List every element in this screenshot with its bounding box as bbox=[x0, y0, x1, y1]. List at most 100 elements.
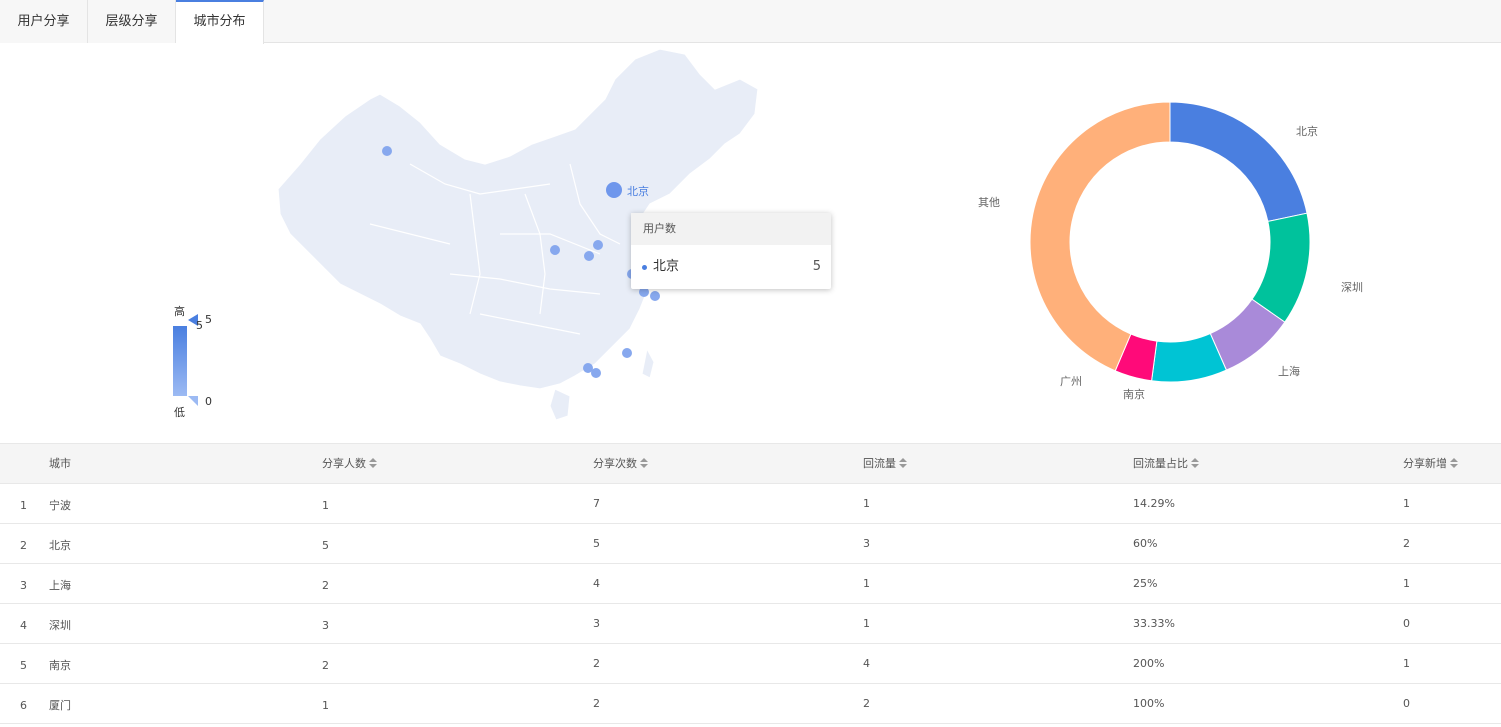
sort-icon[interactable] bbox=[640, 458, 648, 468]
tab-user-share[interactable]: 用户分享 bbox=[0, 0, 88, 43]
legend-handle-bottom-icon[interactable] bbox=[188, 396, 198, 406]
city-dot-xiamen[interactable] bbox=[622, 348, 632, 358]
table-cell: 4 bbox=[863, 657, 870, 670]
row-index: 3 bbox=[20, 579, 27, 592]
table-cell: 33.33% bbox=[1133, 617, 1175, 630]
tab-bar: 用户分享 层级分享 城市分布 bbox=[0, 0, 1501, 44]
table-cell: 4 bbox=[593, 577, 600, 590]
city-dot-urumqi[interactable] bbox=[382, 146, 392, 156]
col-header-backflow[interactable]: 回流量 bbox=[863, 444, 907, 484]
donut-slice[interactable] bbox=[1029, 101, 1171, 372]
table-cell: 200% bbox=[1133, 657, 1165, 670]
city-table: 城市 分享人数 分享次数 回流量 回流量占比 分享新增 1 宁波 1 7 1 14.29%… bbox=[0, 443, 1501, 724]
legend-high-label: 高 bbox=[174, 305, 185, 318]
table-cell: 1 bbox=[322, 499, 329, 512]
table-cell: 7 bbox=[593, 497, 600, 510]
table-cell: 1 bbox=[863, 577, 870, 590]
table-cell: 5 bbox=[322, 539, 329, 552]
tab-level-share[interactable]: 层级分享 bbox=[88, 0, 176, 43]
donut-slice-label: 广州 bbox=[1060, 375, 1082, 388]
table-cell: 14.29% bbox=[1133, 497, 1175, 510]
tab-city-distribution[interactable]: 城市分布 bbox=[176, 0, 264, 44]
table-cell: 60% bbox=[1133, 537, 1158, 550]
table-row: 2 北京 5 5 3 60% 2 bbox=[0, 524, 1501, 564]
table-cell: 2 bbox=[322, 659, 329, 672]
col-header-label: 分享人数 bbox=[322, 457, 366, 470]
table-row: 6 厦门 1 2 2 100% 0 bbox=[0, 684, 1501, 724]
table-cell: 南京 bbox=[49, 659, 71, 672]
table-cell: 2 bbox=[863, 697, 870, 710]
col-header-label: 回流量 bbox=[863, 457, 896, 470]
table-cell: 上海 bbox=[49, 579, 71, 592]
city-dot-beijing[interactable] bbox=[606, 182, 622, 198]
tooltip-title: 用户数 bbox=[631, 213, 831, 245]
table-header: 城市 分享人数 分享次数 回流量 回流量占比 分享新增 bbox=[0, 443, 1501, 484]
table-cell: 厦门 bbox=[49, 699, 71, 712]
table-cell: 宁波 bbox=[49, 499, 71, 512]
col-header-new-from-share[interactable]: 分享新增 bbox=[1403, 444, 1458, 484]
table-cell: 1 bbox=[1403, 657, 1410, 670]
table-cell: 2 bbox=[593, 657, 600, 670]
col-header-label: 回流量占比 bbox=[1133, 457, 1188, 470]
table-cell: 3 bbox=[593, 617, 600, 630]
table-cell: 1 bbox=[1403, 577, 1410, 590]
donut-slice-label: 上海 bbox=[1278, 365, 1300, 378]
city-dot[interactable] bbox=[584, 251, 594, 261]
sort-icon[interactable] bbox=[369, 458, 377, 468]
table-row: 4 深圳 3 3 1 33.33% 0 bbox=[0, 604, 1501, 644]
legend-low-label: 低 bbox=[174, 406, 185, 419]
table-cell: 100% bbox=[1133, 697, 1165, 710]
table-body: 1 宁波 1 7 1 14.29% 1 2 北京 5 5 3 60% 2 3 上海 2 4 1 25% 1 4 深圳 3 3 1 3… bbox=[0, 484, 1501, 724]
table-cell: 2 bbox=[1403, 537, 1410, 550]
row-index: 2 bbox=[20, 539, 27, 552]
tooltip-value: 5 bbox=[812, 259, 821, 274]
row-index: 1 bbox=[20, 499, 27, 512]
city-dot-ningbo[interactable] bbox=[650, 291, 660, 301]
city-dot[interactable] bbox=[593, 240, 603, 250]
table-cell: 3 bbox=[322, 619, 329, 632]
table-cell: 3 bbox=[863, 537, 870, 550]
city-donut-chart bbox=[1029, 101, 1311, 383]
table-row: 1 宁波 1 7 1 14.29% 1 bbox=[0, 484, 1501, 524]
donut-slice[interactable] bbox=[1169, 101, 1308, 223]
map-tooltip: 用户数 北京 5 bbox=[631, 213, 831, 289]
donut-slice-label: 南京 bbox=[1123, 388, 1145, 401]
tooltip-city-name: 北京 bbox=[653, 259, 680, 274]
table-cell: 1 bbox=[1403, 497, 1410, 510]
city-dot-shenzhen[interactable] bbox=[591, 368, 601, 378]
city-label-beijing: 北京 bbox=[627, 185, 649, 198]
col-header-city: 城市 bbox=[49, 457, 71, 470]
table-cell: 0 bbox=[1403, 617, 1410, 630]
table-cell: 1 bbox=[863, 617, 870, 630]
table-cell: 2 bbox=[322, 579, 329, 592]
col-header-label: 分享新增 bbox=[1403, 457, 1447, 470]
donut-slice-label: 深圳 bbox=[1341, 281, 1363, 294]
col-header-shares[interactable]: 分享次数 bbox=[593, 444, 648, 484]
table-row: 3 上海 2 4 1 25% 1 bbox=[0, 564, 1501, 604]
table-cell: 1 bbox=[863, 497, 870, 510]
col-header-backflow-ratio[interactable]: 回流量占比 bbox=[1133, 444, 1199, 484]
table-cell: 深圳 bbox=[49, 619, 71, 632]
donut-slice-label: 其他 bbox=[978, 196, 1000, 209]
table-cell: 北京 bbox=[49, 539, 71, 552]
legend-min-value: 0 bbox=[205, 395, 212, 408]
table-cell: 1 bbox=[322, 699, 329, 712]
legend-current-value: 5 bbox=[196, 319, 203, 332]
legend-max-value: 5 bbox=[205, 313, 212, 326]
tooltip-row: 北京 5 bbox=[631, 257, 831, 277]
table-cell: 5 bbox=[593, 537, 600, 550]
row-index: 4 bbox=[20, 619, 27, 632]
tooltip-series-dot-icon bbox=[642, 265, 647, 270]
row-index: 5 bbox=[20, 659, 27, 672]
city-dot[interactable] bbox=[550, 245, 560, 255]
sort-icon[interactable] bbox=[1450, 458, 1458, 468]
table-cell: 25% bbox=[1133, 577, 1158, 590]
table-row: 5 南京 2 2 4 200% 1 bbox=[0, 644, 1501, 684]
col-header-sharers[interactable]: 分享人数 bbox=[322, 444, 377, 484]
legend-gradient-bar[interactable] bbox=[173, 326, 187, 396]
sort-icon[interactable] bbox=[1191, 458, 1199, 468]
table-cell: 0 bbox=[1403, 697, 1410, 710]
sort-icon[interactable] bbox=[899, 458, 907, 468]
col-header-label: 分享次数 bbox=[593, 457, 637, 470]
table-cell: 2 bbox=[593, 697, 600, 710]
